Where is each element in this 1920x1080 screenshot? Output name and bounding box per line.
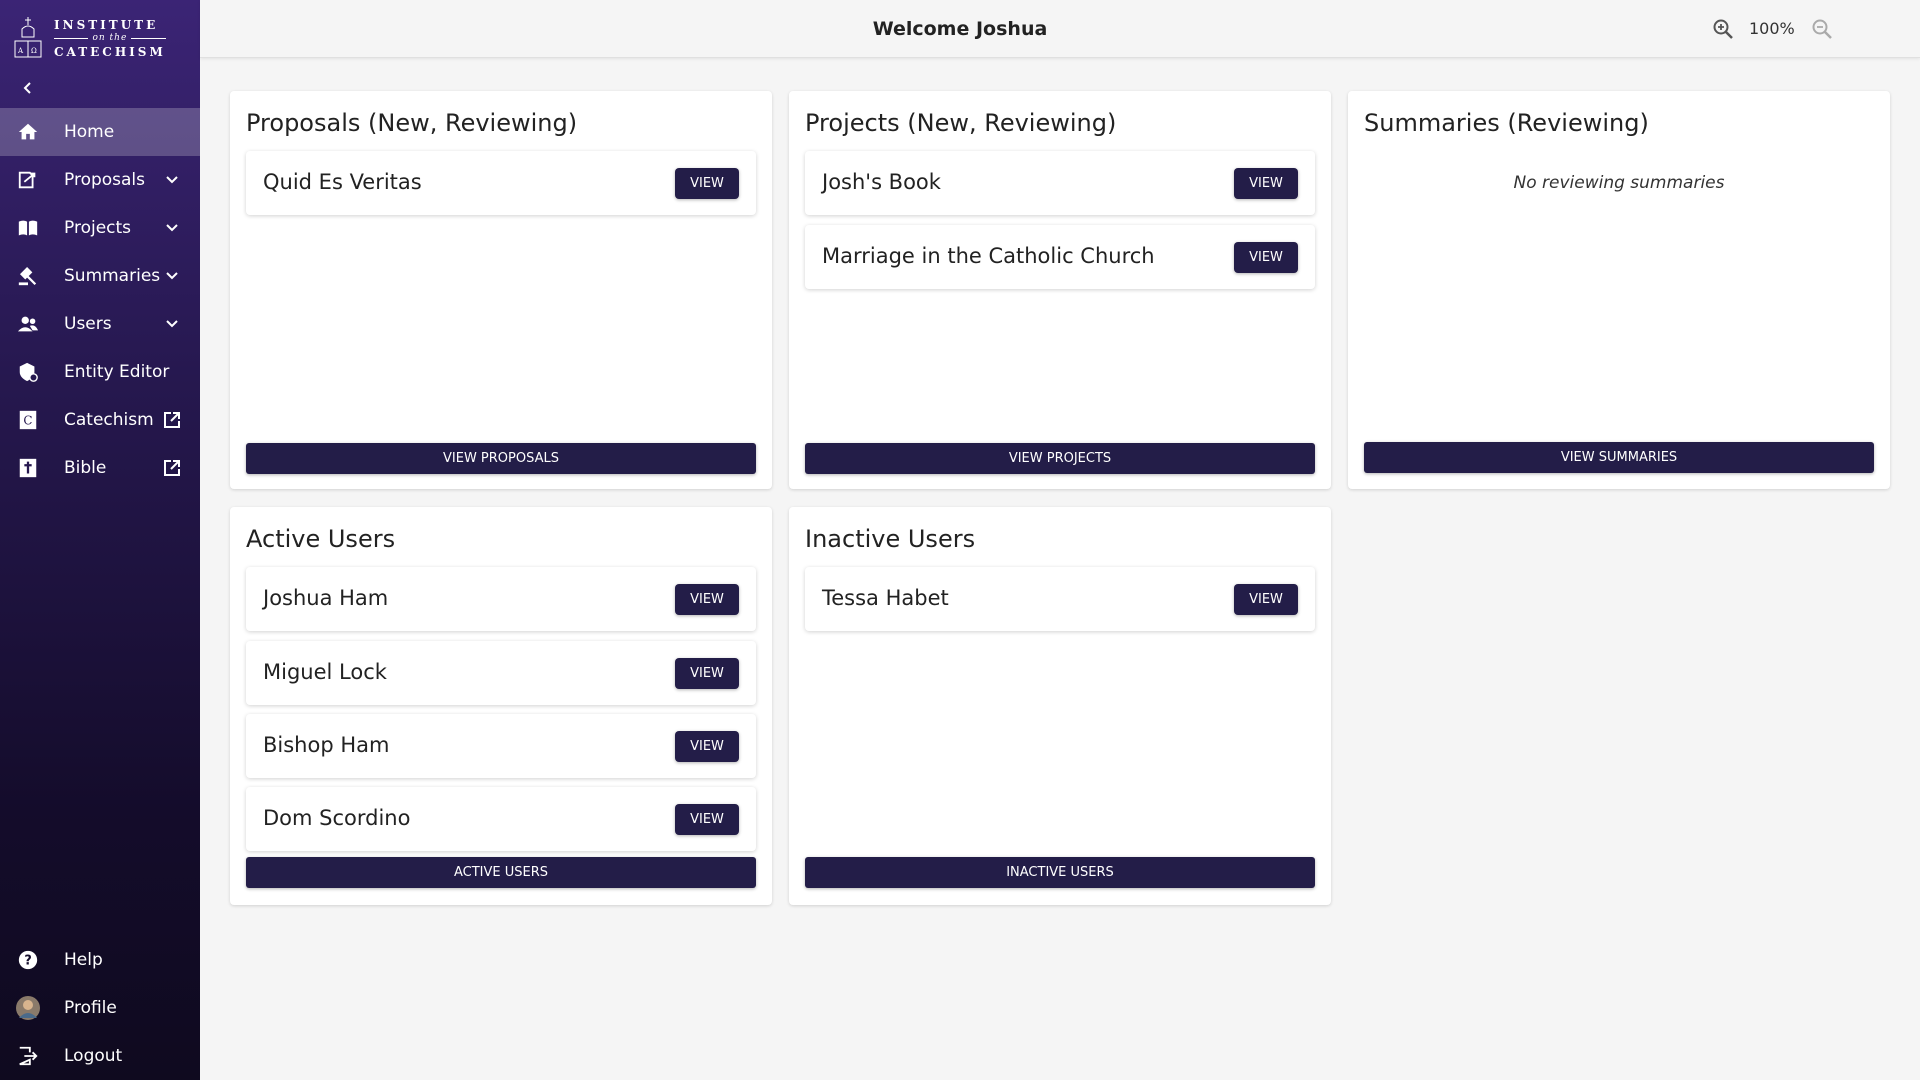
chevron-down-icon[interactable] [162, 218, 182, 238]
view-button[interactable]: VIEW [675, 584, 739, 615]
projects-card: Projects (New, Reviewing) Josh's Book VI… [789, 91, 1331, 489]
sidebar-item-profile[interactable]: Profile [0, 984, 200, 1032]
sidebar-item-logout[interactable]: Logout [0, 1032, 200, 1080]
empty-state-text: No reviewing summaries [1513, 173, 1725, 193]
inactive-users-button[interactable]: INACTIVE USERS [805, 857, 1315, 888]
page-title: Welcome Joshua [872, 18, 1048, 40]
view-button[interactable]: VIEW [1234, 242, 1298, 273]
sidebar-item-label: Proposals [64, 170, 146, 190]
item-name: Tessa Habet [822, 586, 949, 610]
external-link-icon[interactable] [162, 458, 182, 478]
card-title: Inactive Users [805, 525, 976, 553]
gavel-icon [16, 264, 40, 288]
chevron-down-icon[interactable] [162, 170, 182, 190]
card-title: Active Users [246, 525, 396, 553]
zoom-in-icon[interactable] [1711, 17, 1735, 41]
external-link-icon[interactable] [162, 410, 182, 430]
item-name: Joshua Ham [263, 586, 389, 610]
logo-line-2: on the [54, 33, 166, 43]
chevron-down-icon[interactable] [162, 314, 182, 334]
svg-text:A: A [17, 47, 24, 55]
home-icon [16, 120, 40, 144]
logout-icon [16, 1044, 40, 1068]
logo[interactable]: A Ω INSTITUTE on the CATECHISM [12, 14, 188, 62]
users-icon [16, 312, 40, 336]
list-item: Marriage in the Catholic Church VIEW [805, 225, 1315, 289]
item-name: Miguel Lock [263, 660, 387, 684]
sidebar: A Ω INSTITUTE on the CATECHISM Home Prop… [0, 0, 200, 1080]
sidebar-item-label: Projects [64, 218, 132, 238]
sidebar-item-users[interactable]: Users [0, 300, 200, 348]
view-summaries-button[interactable]: VIEW SUMMARIES [1364, 442, 1874, 473]
list-item: Tessa Habet VIEW [805, 567, 1315, 631]
active-users-card: Active Users Joshua Ham VIEW Miguel Lock… [230, 507, 772, 905]
inactive-users-card: Inactive Users Tessa Habet VIEW INACTIVE… [789, 507, 1331, 905]
help-icon: ? [16, 948, 40, 972]
sidebar-item-label: Users [64, 314, 112, 334]
list-item: Miguel Lock VIEW [246, 641, 756, 705]
sidebar-item-label: Home [64, 122, 115, 142]
logo-text: INSTITUTE on the CATECHISM [54, 19, 166, 58]
list-item: Quid Es Veritas VIEW [246, 151, 756, 215]
sidebar-bottom-nav: ? Help Profile Logout [0, 936, 200, 1080]
svg-text:Ω: Ω [31, 47, 37, 55]
list-item: Dom Scordino VIEW [246, 787, 756, 851]
summaries-card: Summaries (Reviewing) No reviewing summa… [1348, 91, 1890, 489]
sidebar-item-label: Help [64, 950, 103, 970]
sidebar-item-help[interactable]: ? Help [0, 936, 200, 984]
list-item: Bishop Ham VIEW [246, 714, 756, 778]
view-proposals-button[interactable]: VIEW PROPOSALS [246, 443, 756, 474]
sidebar-item-label: Catechism [64, 410, 154, 430]
view-projects-button[interactable]: VIEW PROJECTS [805, 443, 1315, 474]
item-name: Dom Scordino [263, 806, 411, 830]
entity-icon [16, 360, 40, 384]
top-bar: Welcome Joshua 100% [200, 0, 1920, 58]
active-users-button[interactable]: ACTIVE USERS [246, 857, 756, 888]
proposal-icon [16, 168, 40, 192]
zoom-out-icon[interactable] [1810, 17, 1834, 41]
view-button[interactable]: VIEW [1234, 168, 1298, 199]
logo-line-3: CATECHISM [54, 44, 166, 59]
logo-line-1: INSTITUTE [54, 17, 159, 32]
item-name: Bishop Ham [263, 733, 390, 757]
sidebar-item-summaries[interactable]: Summaries [0, 252, 200, 300]
view-button[interactable]: VIEW [1234, 584, 1298, 615]
item-name: Marriage in the Catholic Church [822, 244, 1155, 268]
card-title: Summaries (Reviewing) [1364, 109, 1649, 137]
sidebar-item-home[interactable]: Home [0, 108, 200, 156]
avatar [16, 996, 40, 1020]
sidebar-item-projects[interactable]: Projects [0, 204, 200, 252]
view-button[interactable]: VIEW [675, 658, 739, 689]
svg-text:?: ? [24, 954, 31, 969]
view-button[interactable]: VIEW [675, 168, 739, 199]
sidebar-item-label: Logout [64, 1046, 123, 1066]
bible-icon [16, 456, 40, 480]
card-title: Projects (New, Reviewing) [805, 109, 1117, 137]
proposals-card: Proposals (New, Reviewing) Quid Es Verit… [230, 91, 772, 489]
sidebar-item-label: Summaries [64, 266, 161, 286]
list-item: Josh's Book VIEW [805, 151, 1315, 215]
catechism-icon: C [16, 408, 40, 432]
sidebar-item-proposals[interactable]: Proposals [0, 156, 200, 204]
item-name: Josh's Book [822, 170, 941, 194]
sidebar-item-catechism[interactable]: C Catechism [0, 396, 200, 444]
view-button[interactable]: VIEW [675, 731, 739, 762]
zoom-level: 100% [1749, 19, 1795, 38]
chevron-down-icon[interactable] [162, 266, 182, 286]
view-button[interactable]: VIEW [675, 804, 739, 835]
sidebar-item-label: Profile [64, 998, 117, 1018]
sidebar-item-bible[interactable]: Bible [0, 444, 200, 492]
book-icon [16, 216, 40, 240]
catechism-emblem-icon: A Ω [14, 17, 42, 58]
svg-text:C: C [23, 414, 32, 428]
sidebar-item-entity-editor[interactable]: Entity Editor [0, 348, 200, 396]
collapse-sidebar-button[interactable] [18, 78, 38, 98]
sidebar-item-label: Entity Editor [64, 362, 170, 382]
sidebar-nav: Home Proposals Projects Summaries Users … [0, 108, 200, 492]
sidebar-item-label: Bible [64, 458, 107, 478]
item-name: Quid Es Veritas [263, 170, 422, 194]
card-title: Proposals (New, Reviewing) [246, 109, 578, 137]
chevron-left-icon [23, 82, 31, 94]
list-item: Joshua Ham VIEW [246, 567, 756, 631]
